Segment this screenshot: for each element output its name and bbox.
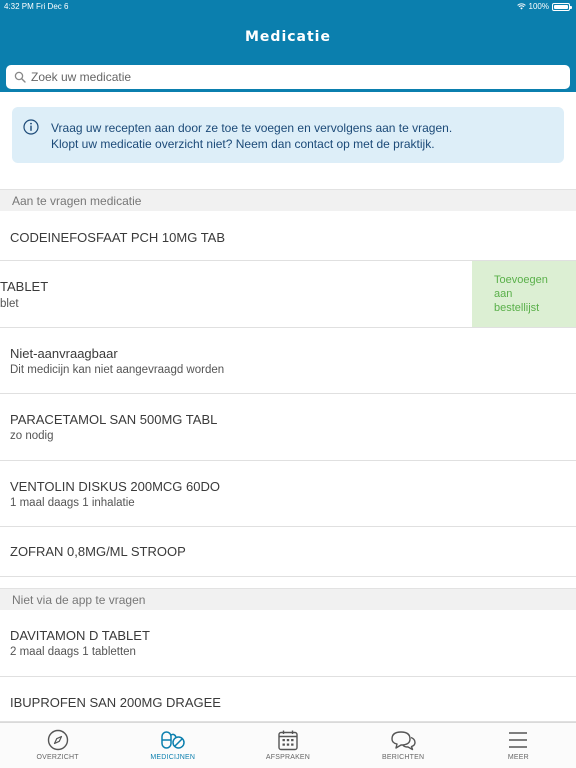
status-bar: 4:32 PM Fri Dec 6 100% [0,0,576,12]
page-title: Medicatie [245,29,331,45]
section-header-requestable: Aan te vragen medicatie [0,189,576,211]
battery-percentage: 100% [528,2,549,11]
add-to-order-list-label-2: aan [494,288,513,300]
medication-dosage: zo nodig [10,430,54,442]
chat-bubbles-icon [391,731,416,751]
medication-name: IBUPROFEN SAN 200MG DRAGEE [10,695,221,710]
search-icon [14,71,26,83]
medication-name: ZOFRAN 0,8MG/ML STROOP [10,544,186,559]
medication-dosage: Dit medicijn kan niet aangevraagd worden [10,364,225,376]
tab-bar: OVERZICHT MEDICIJNEN AFSPRAKEN BERICHTEN… [0,722,576,768]
medication-dosage: 1 maal daags 1 inhalatie [10,497,135,509]
tab-berichten[interactable]: BERICHTEN [346,723,461,768]
medication-row[interactable]: IBUPROFEN SAN 200MG DRAGEE [0,677,576,722]
info-text-line-2: Klopt uw medicatie overzicht niet? Neem … [51,137,435,151]
medication-row[interactable]: Niet-aanvraagbaar Dit medicijn kan niet … [0,328,576,394]
tab-label: AFSPRAKEN [265,754,311,761]
tab-label: OVERZICHT [36,754,79,761]
tab-label: MEER [507,754,529,761]
medication-row[interactable]: CODEINEFOSFAAT PCH 10MG TAB [0,211,576,261]
medication-dosage: blet [0,298,19,310]
info-text-line-1: Vraag uw recepten aan door ze toe te voe… [51,121,453,135]
menu-icon [509,732,528,748]
tab-label: MEDICIJNEN [150,754,196,761]
tab-meer[interactable]: MEER [461,723,576,768]
search-bar[interactable] [6,65,570,89]
calendar-icon [278,730,298,751]
pills-icon [161,731,185,749]
medication-row[interactable]: PARACETAMOL SAN 500MG TABL zo nodig [0,394,576,461]
medication-name: DAVITAMON D TABLET [10,628,150,643]
medication-name: TABLET [0,279,49,294]
compass-icon [47,729,68,751]
medication-row[interactable]: ZOFRAN 0,8MG/ML STROOP [0,527,576,577]
medication-row-swiped[interactable]: TABLET blet Toevoegen aan bestellijst [0,261,576,328]
medication-dosage: 2 maal daags 1 tabletten [10,646,136,658]
medication-name: PARACETAMOL SAN 500MG TABL [10,412,218,427]
info-icon [23,119,39,135]
status-time: 4:32 PM [4,2,34,11]
medication-row[interactable]: VENTOLIN DISKUS 200MCG 60DO 1 maal daags… [0,461,576,527]
search-input[interactable] [31,70,551,84]
medication-name: Niet-aanvraagbaar [10,346,118,361]
add-to-order-list-label-3: bestellijst [494,302,540,314]
status-indicators: 100% [516,2,572,11]
section-header-not-requestable: Niet via de app te vragen [0,588,576,610]
add-to-order-list-button[interactable]: Toevoegen aan bestellijst [472,261,576,327]
info-banner: Vraag uw recepten aan door ze toe te voe… [12,107,564,163]
medication-row[interactable]: DAVITAMON D TABLET 2 maal daags 1 tablet… [0,610,576,677]
tab-afspraken[interactable]: AFSPRAKEN [230,723,345,768]
tab-label: BERICHTEN [382,754,425,761]
tab-overzicht[interactable]: OVERZICHT [0,723,115,768]
medication-name: VENTOLIN DISKUS 200MCG 60DO [10,479,220,494]
add-to-order-list-label-1: Toevoegen [494,274,548,286]
battery-icon [552,2,572,11]
tab-medicijnen[interactable]: MEDICIJNEN [115,723,230,768]
wifi-icon [516,3,526,10]
app-header: 4:32 PM Fri Dec 6 100% Medicatie [0,0,576,92]
status-date: Fri Dec 6 [36,2,69,11]
medication-name: CODEINEFOSFAAT PCH 10MG TAB [10,230,226,245]
